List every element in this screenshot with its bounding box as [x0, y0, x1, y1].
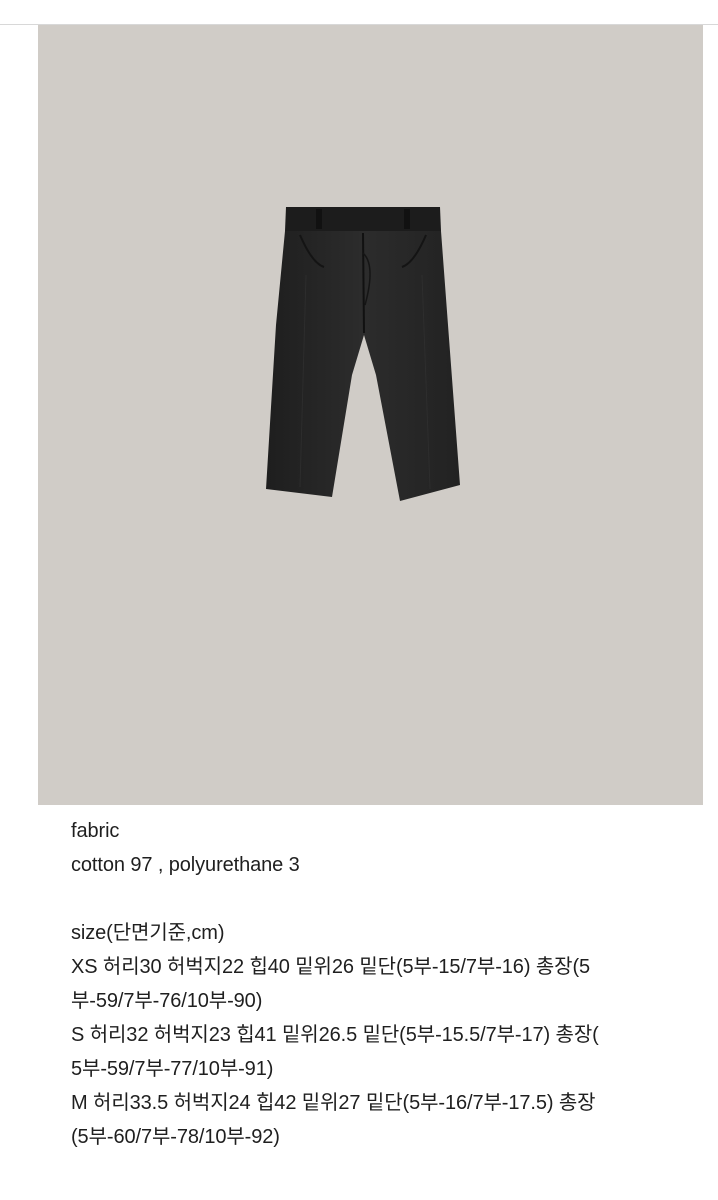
fabric-value: cotton 97 , polyurethane 3: [71, 854, 300, 876]
size-heading: size(단면기준,cm): [71, 922, 225, 944]
size-xs-line1: XS 허리30 허벅지22 힙40 밑위26 밑단(5부-15/7부-16) 총…: [71, 956, 591, 978]
size-m-line1: M 허리33.5 허벅지24 힙42 밑위27 밑단(5부-16/7부-17.5…: [71, 1092, 596, 1114]
product-description: fabric cotton 97 , polyurethane 3 size(단…: [71, 814, 691, 1154]
product-photo: [38, 25, 703, 805]
size-m-line2: (5부-60/7부-78/10부-92): [71, 1126, 280, 1148]
size-xs-line2: 부-59/7부-76/10부-90): [71, 990, 263, 1012]
cropped-pants-icon: [266, 207, 460, 501]
fabric-heading: fabric: [71, 820, 120, 842]
size-s-line1: S 허리32 허벅지23 힙41 밑위26.5 밑단(5부-15.5/7부-17…: [71, 1024, 599, 1046]
size-s-line2: 5부-59/7부-77/10부-91): [71, 1058, 274, 1080]
